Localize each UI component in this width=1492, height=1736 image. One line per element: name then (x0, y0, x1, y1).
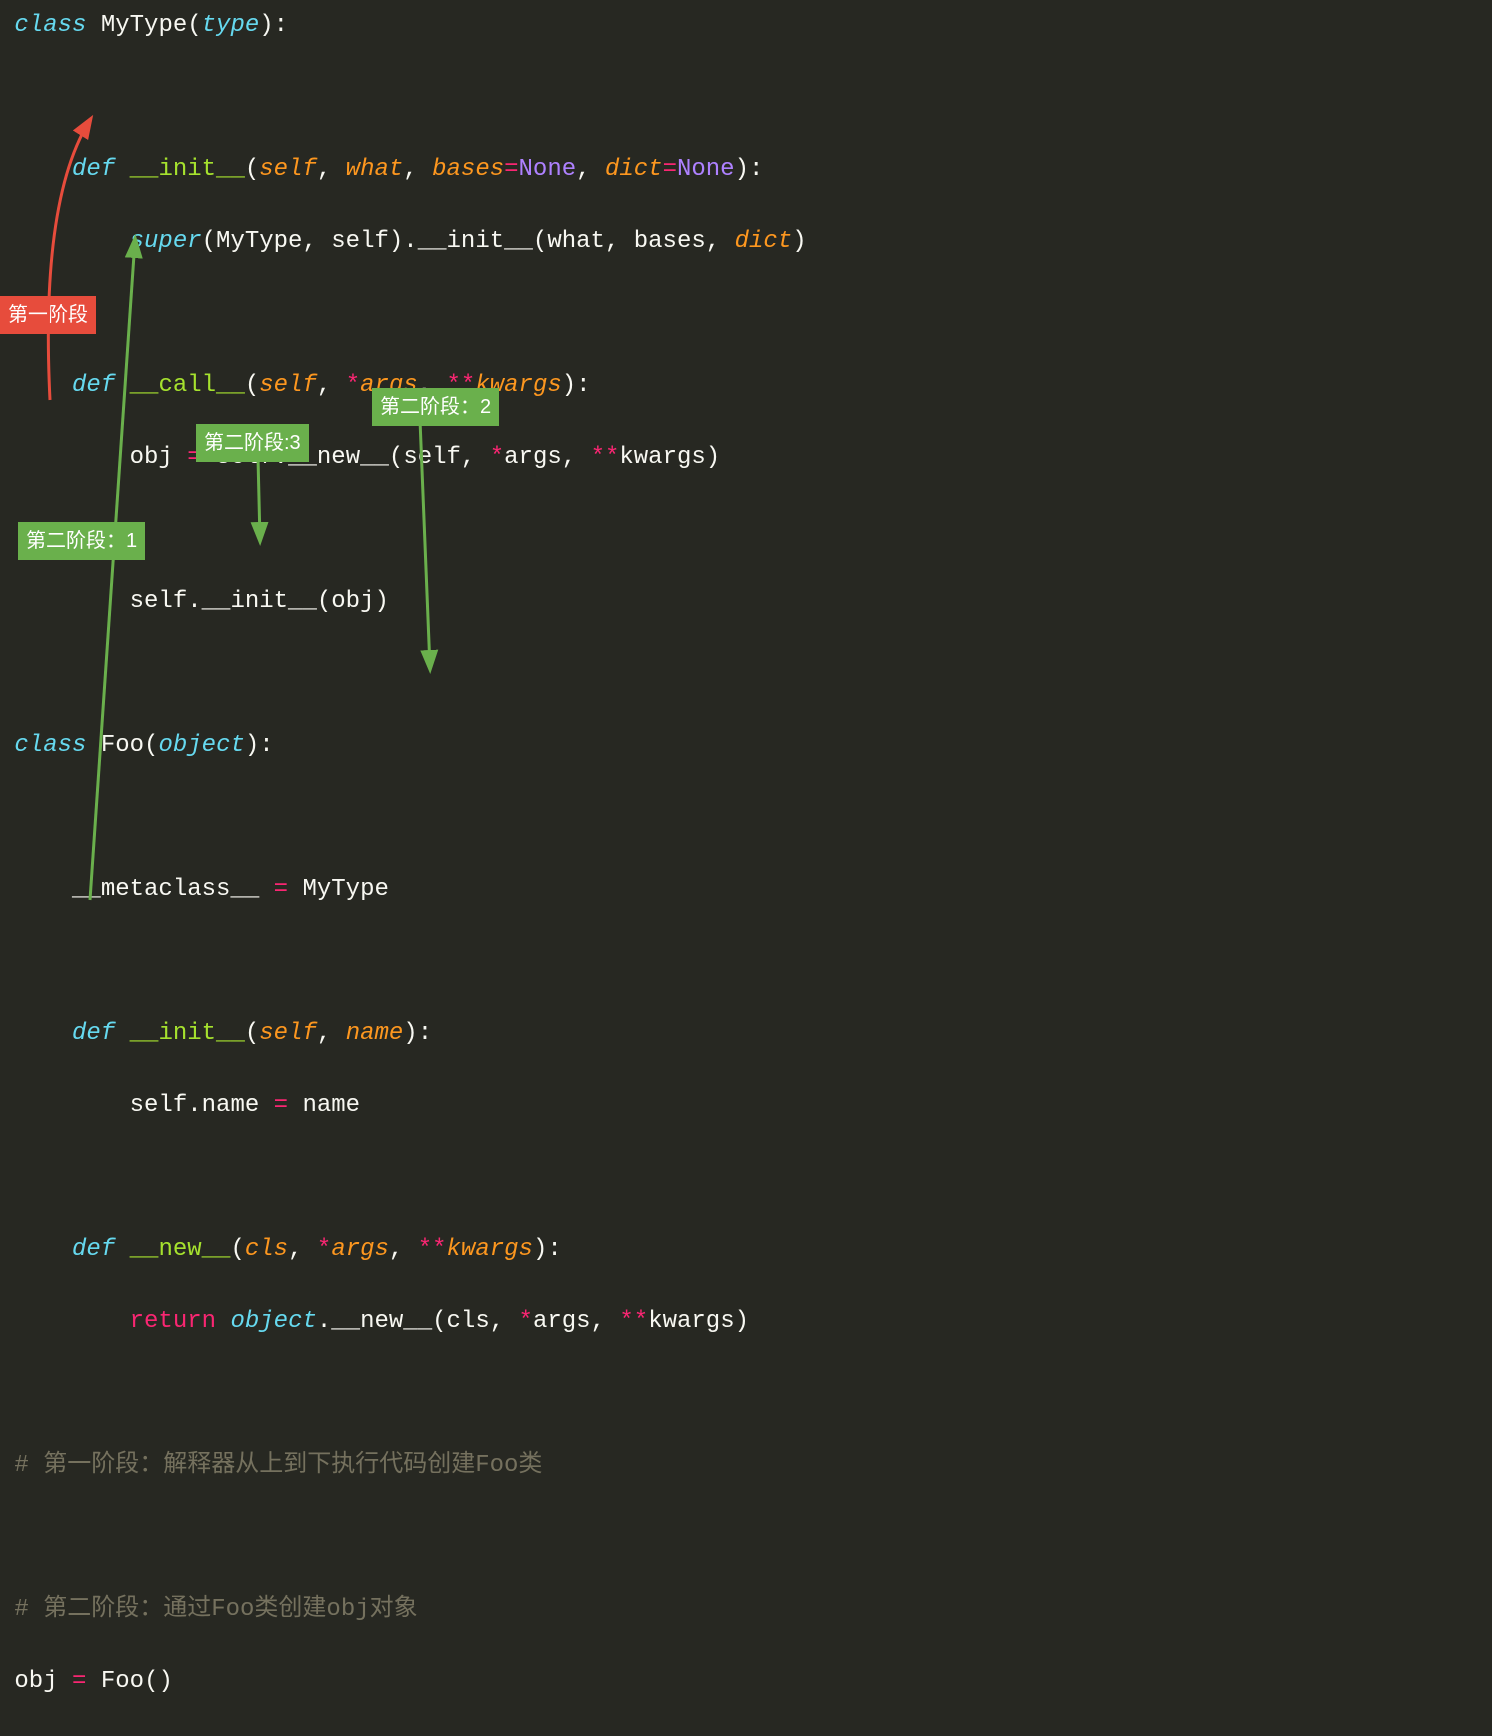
code-line-16: self.name = name (0, 1088, 1492, 1124)
code-line-19: return object.__new__(cls, *args, **kwar… (0, 1304, 1492, 1340)
annotation-stage2-3: 第二阶段:3 (196, 424, 309, 462)
code-line-4: super(MyType, self).__init__(what, bases… (0, 224, 1492, 260)
code-line-11: class Foo(object): (0, 728, 1492, 764)
annotation-stage1: 第一阶段 (0, 296, 96, 334)
code-line-24: obj = Foo() (0, 1664, 1492, 1700)
code-line-9: self.__init__(obj) (0, 584, 1492, 620)
code-line-3: def __init__(self, what, bases=None, dic… (0, 152, 1492, 188)
code-line-18: def __new__(cls, *args, **kwargs): (0, 1232, 1492, 1268)
code-line-23: # 第二阶段：通过Foo类创建obj对象 (0, 1592, 1492, 1628)
annotation-stage2-2: 第二阶段：2 (372, 388, 499, 426)
code-line-21: # 第一阶段：解释器从上到下执行代码创建Foo类 (0, 1448, 1492, 1484)
annotation-stage2-1: 第二阶段：1 (18, 522, 145, 560)
code-line-6: def __call__(self, *args, **kwargs): (0, 368, 1492, 404)
code-line-13: __metaclass__ = MyType (0, 872, 1492, 908)
code-editor: class MyType(type): def __init__(self, w… (0, 0, 1492, 1736)
code-line-1: class MyType(type): (0, 8, 1492, 44)
code-line-15: def __init__(self, name): (0, 1016, 1492, 1052)
